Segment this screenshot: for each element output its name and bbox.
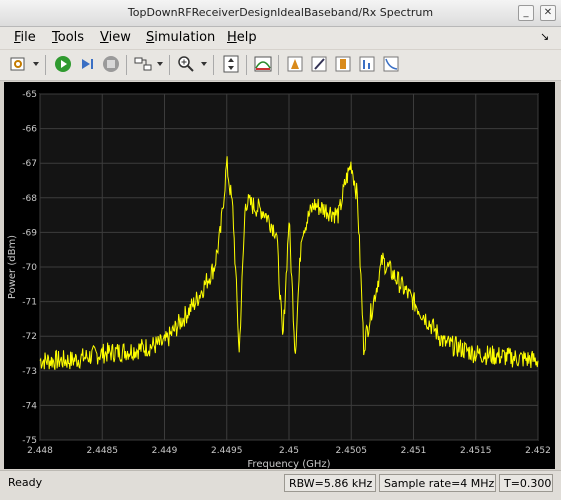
spectrum-settings-icon[interactable] (253, 54, 273, 74)
status-sample-rate: Sample rate=4 MHz (379, 474, 496, 492)
y-tick-label: -70 (22, 263, 37, 273)
toolbar-separator (278, 55, 279, 75)
menu-simulation[interactable]: Simulation (146, 30, 215, 45)
scale-axes-icon[interactable] (221, 54, 241, 74)
menu-bar: File Tools View Simulation Help ↘ (0, 27, 561, 49)
menu-tools[interactable]: Tools (52, 30, 84, 45)
x-tick-label: 2.449 (152, 446, 178, 456)
menu-file[interactable]: File (14, 30, 36, 45)
y-tick-label: -66 (22, 125, 37, 135)
status-ready: Ready (8, 476, 43, 489)
toolbar-separator (246, 55, 247, 75)
y-tick-label: -71 (22, 298, 37, 308)
toolbar-separator (45, 55, 46, 75)
step-forward-icon[interactable] (77, 54, 97, 74)
minimize-button[interactable]: _ (518, 5, 534, 21)
x-axis-label: Frequency (GHz) (247, 459, 330, 469)
distortion-measurements-icon[interactable] (357, 54, 377, 74)
highlight-block-icon[interactable] (133, 54, 153, 74)
settings-icon[interactable] (8, 54, 28, 74)
menu-help[interactable]: Help (227, 30, 257, 45)
status-bar: Ready RBW=5.86 kHz Sample rate=4 MHz T=0… (0, 470, 561, 500)
toolbar (0, 50, 561, 81)
toolbar-separator (126, 55, 127, 75)
x-tick-label: 2.451 (401, 446, 427, 456)
y-tick-label: -69 (22, 228, 37, 238)
dock-icon[interactable]: ↘ (540, 30, 549, 43)
x-tick-label: 2.448 (27, 446, 53, 456)
ccdf-icon[interactable] (381, 54, 401, 74)
channel-measurements-icon[interactable] (333, 54, 353, 74)
run-icon[interactable] (53, 54, 73, 74)
y-tick-label: -75 (22, 436, 37, 446)
y-tick-label: -72 (22, 332, 37, 342)
x-tick-label: 2.4505 (336, 446, 368, 456)
y-tick-label: -68 (22, 194, 37, 204)
toolbar-separator (169, 55, 170, 75)
status-rbw: RBW=5.86 kHz (284, 474, 376, 492)
peak-finder-icon[interactable] (285, 54, 305, 74)
y-tick-label: -67 (22, 159, 37, 169)
x-tick-label: 2.452 (525, 446, 551, 456)
x-tick-label: 2.4515 (460, 446, 492, 456)
y-tick-label: -65 (22, 90, 37, 100)
settings-dropdown-icon[interactable] (33, 62, 39, 66)
y-axis-label: Power (dBm) (7, 235, 18, 299)
menu-view[interactable]: View (100, 30, 131, 45)
window-titlebar: TopDownRFReceiverDesignIdealBaseband/Rx … (0, 0, 561, 27)
toolbar-separator (213, 55, 214, 75)
x-tick-label: 2.45 (279, 446, 299, 456)
window-title: TopDownRFReceiverDesignIdealBaseband/Rx … (127, 6, 434, 19)
zoom-in-icon[interactable] (176, 54, 196, 74)
x-tick-label: 2.4495 (211, 446, 243, 456)
cursor-measurements-icon[interactable] (309, 54, 329, 74)
zoom-dropdown-icon[interactable] (201, 62, 207, 66)
highlight-dropdown-icon[interactable] (157, 62, 163, 66)
close-button[interactable]: ✕ (540, 5, 556, 21)
stop-icon[interactable] (101, 54, 121, 74)
y-tick-label: -73 (22, 367, 37, 377)
x-tick-label: 2.4485 (87, 446, 119, 456)
y-tick-label: -74 (22, 401, 37, 411)
spectrum-chart: 2.448 2.4485 2.449 2.4495 2.45 2.4505 2.451 2.4… (7, 90, 551, 469)
spectrum-plot[interactable]: 2.448 2.4485 2.449 2.4495 2.45 2.4505 2.451 2.4… (4, 82, 555, 469)
status-time: T=0.300 (499, 474, 553, 492)
